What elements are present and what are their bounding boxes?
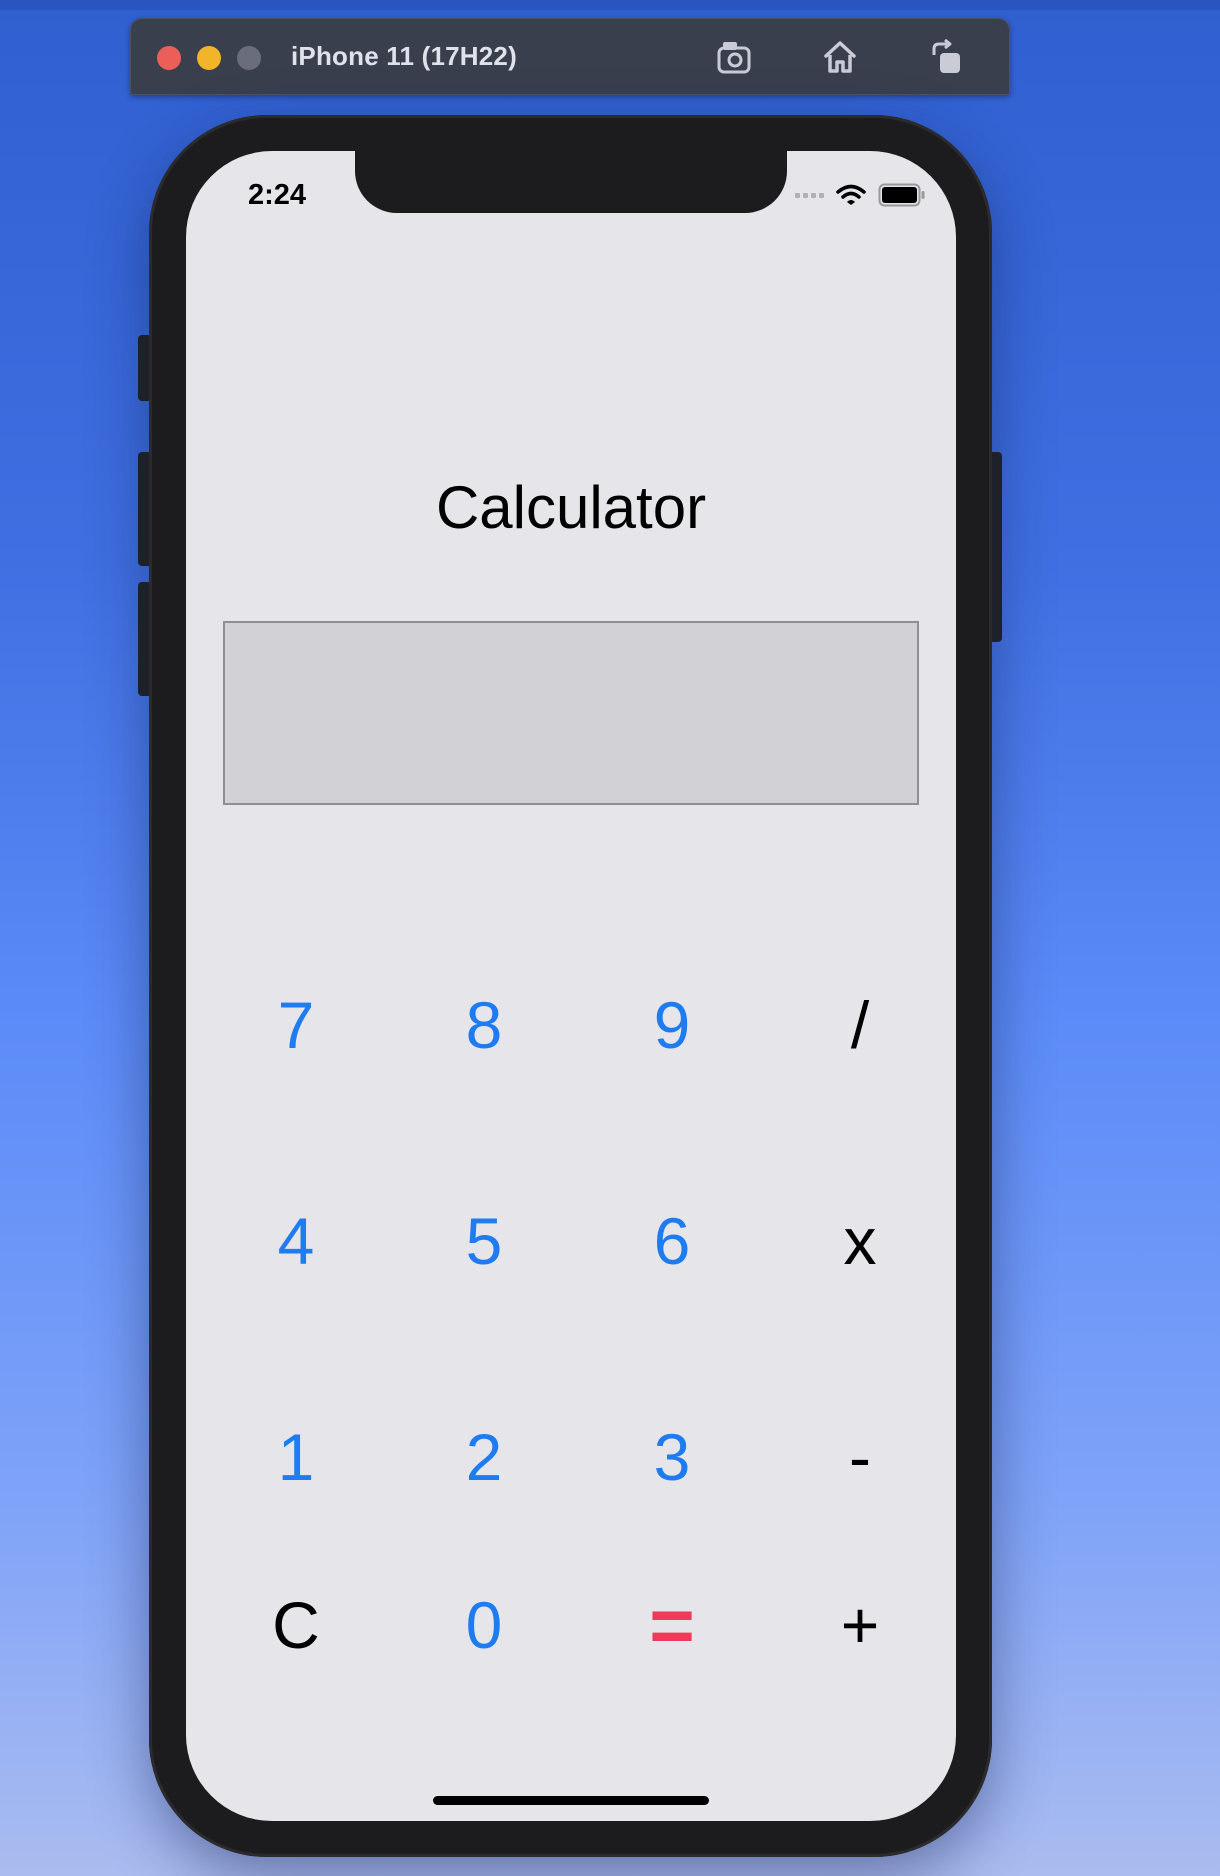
key-8[interactable]: 8 [404,965,564,1085]
home-icon [824,41,856,73]
key-2[interactable]: 2 [404,1397,564,1517]
key-divide[interactable]: / [780,965,940,1085]
home-button[interactable] [820,37,860,77]
desktop-top-strip [0,0,1220,10]
maximize-window-button[interactable] [237,46,261,70]
key-0[interactable]: 0 [404,1565,564,1685]
home-indicator[interactable] [433,1796,709,1805]
key-4[interactable]: 4 [216,1181,376,1301]
key-3[interactable]: 3 [592,1397,752,1517]
status-icons [795,183,926,207]
key-equals[interactable]: = [592,1565,752,1685]
key-7[interactable]: 7 [216,965,376,1085]
screenshot-icon [717,42,751,74]
screenshot-button[interactable] [715,37,755,77]
status-time: 2:24 [248,179,307,211]
calculator-display [223,621,919,805]
cellular-signal-icon [795,192,824,198]
simulator-title-bar: iPhone 11 (17H22) [130,18,1010,95]
simulator-title: iPhone 11 (17H22) [291,41,517,71]
phone-screen: 2:24 Calculator 7 8 9 / 4 5 6 x 1 2 3 - … [186,151,956,1821]
key-multiply[interactable]: x [780,1181,940,1301]
rotate-icon [932,39,960,73]
notch [355,151,787,213]
battery-icon [878,183,925,207]
close-window-button[interactable] [157,46,181,70]
wifi-icon [836,184,866,205]
key-9[interactable]: 9 [592,965,752,1085]
key-1[interactable]: 1 [216,1397,376,1517]
key-add[interactable]: + [780,1565,940,1685]
key-clear[interactable]: C [216,1565,376,1685]
app-title: Calculator [435,474,707,541]
key-6[interactable]: 6 [592,1181,752,1301]
rotate-button[interactable] [926,37,966,77]
minimize-window-button[interactable] [197,46,221,70]
key-5[interactable]: 5 [404,1181,564,1301]
key-subtract[interactable]: - [780,1397,940,1517]
